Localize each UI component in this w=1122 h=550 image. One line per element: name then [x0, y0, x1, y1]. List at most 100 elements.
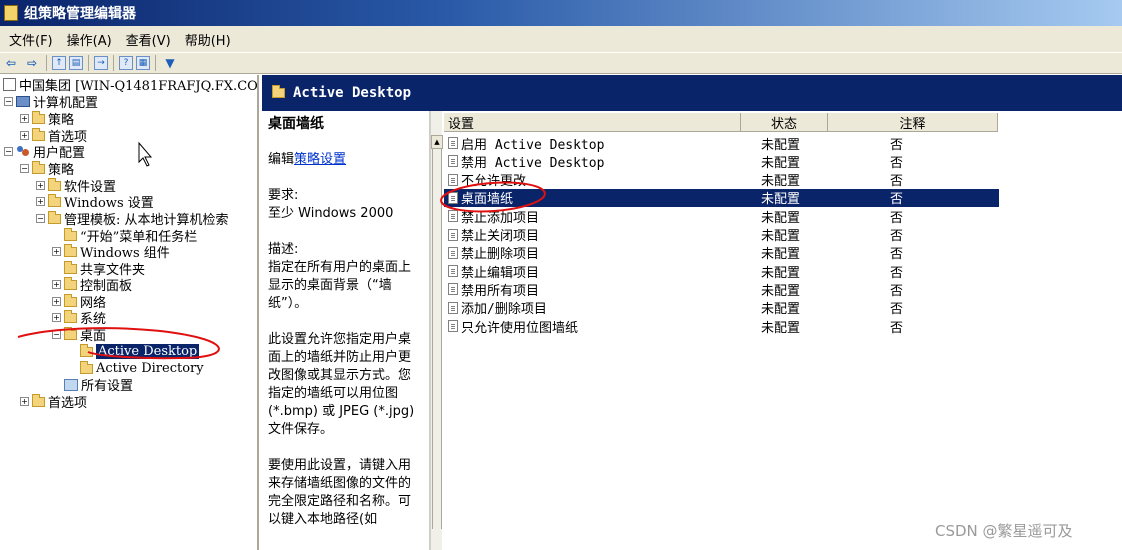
setting-name: 启用 Active Desktop [461, 137, 605, 153]
menu-file[interactable]: 文件(F) [2, 30, 60, 49]
tree-item-windows-settings[interactable]: + Windows 设置 [36, 193, 154, 211]
setting-row[interactable]: 不允许更改 未配置 否 [444, 171, 999, 189]
setting-state: 未配置 [761, 283, 801, 299]
setting-row[interactable]: 启用 Active Desktop 未配置 否 [444, 134, 999, 153]
policy-setting-icon [448, 137, 458, 149]
setting-state: 未配置 [761, 229, 801, 244]
setting-row[interactable]: 添加/删除项目 未配置 否 [444, 299, 999, 317]
expand-icon[interactable]: + [36, 197, 45, 206]
tree-label: 桌面 [80, 329, 107, 344]
setting-comment: 否 [890, 137, 904, 153]
filter-icon[interactable]: ▼ [161, 55, 179, 71]
setting-row[interactable]: 禁止删除项目 未配置 否 [444, 244, 999, 262]
description-label: 描述: [268, 242, 299, 257]
setting-name: 禁止删除项目 [461, 247, 540, 263]
collapse-icon[interactable]: − [52, 330, 61, 339]
all-settings-icon [64, 378, 78, 391]
navigation-tree[interactable]: 中国集团 [WIN-Q1481FRAFJQ.FX.CO − 计算机配置 + 策略… [0, 75, 259, 550]
tree-item-uc-prefs[interactable]: + 首选项 [20, 393, 88, 411]
setting-name-cell: 添加/删除项目 [444, 298, 741, 317]
menu-view[interactable]: 查看(V) [119, 30, 178, 49]
setting-row[interactable]: 桌面墙纸 未配置 否 [444, 188, 999, 207]
tree-item-active-desktop[interactable]: Active Desktop [80, 343, 200, 360]
tree-item-cc-policies[interactable]: + 策略 [20, 110, 74, 128]
window-title: 组策略管理编辑器 [24, 6, 136, 22]
show-hide-tree-icon[interactable]: ▤ [69, 56, 83, 70]
description-text-2: 此设置允许您指定用户桌面上的墙纸并防止用户更改图像或其显示方式。您指定的墙纸可以… [268, 332, 415, 437]
expand-icon[interactable]: + [20, 114, 29, 123]
tree-root[interactable]: 中国集团 [WIN-Q1481FRAFJQ.FX.CO [3, 76, 257, 94]
tree-item-computer-config[interactable]: − 计算机配置 [4, 93, 98, 111]
tree-item-control-panel[interactable]: + 控制面板 [52, 276, 132, 294]
description-text-1: 指定在所有用户的桌面上显示的桌面背景（“墙纸”）。 [268, 260, 412, 311]
setting-state: 未配置 [761, 155, 801, 171]
policy-setting-icon [448, 283, 458, 296]
tree-label: Active Desktop [96, 344, 200, 359]
setting-row[interactable]: 只允许使用位图墙纸 未配置 否 [444, 317, 999, 336]
policy-setting-icon [448, 191, 458, 204]
expand-icon[interactable]: + [20, 131, 29, 140]
toolbar-divider [155, 55, 156, 71]
title-bar: 组策略管理编辑器 [0, 0, 1122, 26]
tree-item-uc-policies[interactable]: − 策略 [20, 160, 74, 178]
collapse-icon[interactable]: − [4, 147, 13, 156]
tree-label: 首选项 [48, 396, 88, 411]
edit-policy-link[interactable]: 策略设置 [294, 152, 346, 167]
tree-item-user-config[interactable]: − 用户配置 [4, 143, 85, 161]
toolbar-divider [113, 55, 114, 71]
toolbar-divider [88, 55, 89, 71]
policy-setting-icon [448, 320, 458, 332]
setting-comment: 否 [890, 283, 904, 299]
menu-help[interactable]: 帮助(H) [178, 30, 238, 49]
export-list-icon[interactable]: → [94, 56, 108, 70]
expand-icon[interactable]: + [52, 313, 61, 322]
setting-name: 禁止编辑项目 [461, 265, 540, 281]
column-setting[interactable]: 设置 [444, 113, 741, 132]
expand-icon[interactable]: + [52, 280, 61, 289]
column-state[interactable]: 状态 [741, 113, 828, 132]
expand-icon[interactable]: + [52, 297, 61, 306]
setting-name-cell: 禁止关闭项目 [444, 225, 741, 244]
help-icon[interactable]: ? [119, 56, 133, 70]
scroll-up-icon[interactable]: ▲ [431, 135, 443, 149]
edit-policy-line: 编辑策略设置 [268, 151, 423, 169]
folder-icon [80, 343, 93, 357]
back-arrow-icon[interactable]: ⇦ [2, 55, 20, 71]
scroll-track[interactable] [431, 149, 442, 529]
setting-row[interactable]: 禁止编辑项目 未配置 否 [444, 262, 999, 281]
expand-icon[interactable]: + [52, 247, 61, 256]
setting-row[interactable]: 禁用 Active Desktop 未配置 否 [444, 152, 999, 171]
tree-item-desktop[interactable]: − 桌面 [52, 326, 107, 344]
policy-setting-icon [448, 301, 458, 314]
setting-comment: 否 [890, 210, 904, 226]
setting-comment: 否 [890, 247, 904, 263]
setting-name-cell: 禁止删除项目 [444, 243, 741, 262]
collapse-icon[interactable]: − [20, 164, 29, 173]
setting-row[interactable]: 禁止关闭项目 未配置 否 [444, 226, 999, 244]
expand-icon[interactable]: + [20, 397, 29, 406]
tree-item-windows-components[interactable]: + Windows 组件 [52, 243, 170, 261]
folder-icon [64, 276, 77, 290]
settings-list: 设置 状态 注释 启用 Active Desktop 未配置否禁用 Active … [444, 111, 1122, 550]
setting-row[interactable]: 禁止添加项目 未配置 否 [444, 207, 999, 226]
collapse-icon[interactable]: − [36, 214, 45, 223]
toolbar-divider [46, 55, 47, 71]
description-scrollbar[interactable]: ▲ [430, 111, 443, 550]
setting-name: 禁止关闭项目 [461, 229, 540, 244]
tree-item-admin-templates[interactable]: − 管理模板: 从本地计算机检索 [36, 210, 229, 228]
tree-item-system[interactable]: + 系统 [52, 309, 106, 327]
setting-row[interactable]: 禁用所有项目 未配置 否 [444, 280, 999, 299]
up-folder-icon[interactable]: ↑ [52, 56, 66, 70]
folder-icon [48, 177, 61, 191]
description-text-3: 要使用此设置，请键入用来存储墙纸图像的文件的完全限定路径和名称。可以键入本地路径… [268, 458, 412, 527]
tree-item-all-settings[interactable]: 所有设置 [64, 376, 133, 394]
users-icon [16, 146, 30, 157]
folder-icon [80, 360, 93, 374]
menu-action[interactable]: 操作(A) [60, 30, 119, 49]
expand-icon[interactable]: + [36, 181, 45, 190]
menu-bar: 文件(F) 操作(A) 查看(V) 帮助(H) [0, 26, 1122, 52]
column-comment[interactable]: 注释 [828, 113, 998, 132]
forward-arrow-icon[interactable]: ⇨ [23, 55, 41, 71]
collapse-icon[interactable]: − [4, 97, 13, 106]
properties-icon[interactable]: ▦ [136, 56, 150, 70]
